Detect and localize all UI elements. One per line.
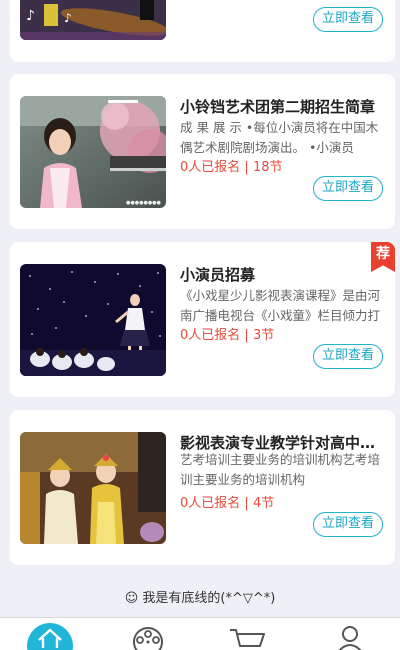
course-thumbnail: ●●●●●●●● <box>20 96 166 208</box>
view-now-button[interactable]: 立即查看 <box>312 176 383 201</box>
user-icon <box>338 626 362 650</box>
enrolled-count: 0人已报名 <box>180 160 241 175</box>
course-thumbnail: ♪ ♪ <box>20 0 166 40</box>
course-card[interactable]: 荐 小演员招募 《小戏星少儿影视表演课程》是由河南广播电视台《小戏童》栏目倾力打… <box>10 242 395 397</box>
cart-icon <box>230 629 265 647</box>
enrolled-count: 0人已报名 <box>180 496 241 511</box>
course-meta: 0人已报名 | 4节 <box>180 492 274 511</box>
meta-separator: | <box>244 328 249 343</box>
film-reel-icon <box>133 627 163 650</box>
course-description: 成 果 展 示 •每位小演员将在中国木偶艺术剧院剧场演出。 •小演员 <box>180 120 379 155</box>
course-thumbnail <box>20 432 166 544</box>
lesson-count: 3节 <box>252 328 275 343</box>
course-card[interactable]: ♪ ♪ 立即查看 <box>10 0 395 62</box>
tab-profile[interactable] <box>320 618 380 650</box>
course-description: 《小戏星少儿影视表演课程》是由河南广播电视台《小戏童》栏目倾力打造 <box>180 288 381 323</box>
lesson-count: 18节 <box>252 160 283 175</box>
meta-separator: | <box>244 160 249 175</box>
tab-cart[interactable] <box>218 618 278 650</box>
course-description: 艺考培训主要业务的培训机构艺考培训主要业务的培训机构 <box>180 452 381 487</box>
meta-separator: | <box>244 496 249 511</box>
view-now-button[interactable]: 立即查看 <box>312 7 383 32</box>
svg-text:♪: ♪ <box>26 8 35 24</box>
tab-courses[interactable] <box>118 618 178 650</box>
home-icon <box>38 628 62 648</box>
course-title: 小演员招募 <box>180 266 256 284</box>
bottom-tab-bar <box>0 617 400 650</box>
course-card[interactable]: 影视表演专业教学针对高中学生 艺考培训主要业务的培训机构艺考培训主要业务的培训机… <box>10 410 395 565</box>
svg-text:♪: ♪ <box>64 11 72 25</box>
course-card[interactable]: ●●●●●●●● 小铃铛艺术团第二期招生简章 成 果 展 示 •每位小演员将在中… <box>10 74 395 229</box>
end-of-list-text: ☺ 我是有底线的(*^▽^*) <box>124 591 276 606</box>
view-now-button[interactable]: 立即查看 <box>312 344 383 369</box>
course-meta: 0人已报名 | 3节 <box>180 324 274 343</box>
lesson-count: 4节 <box>252 496 275 511</box>
tab-home[interactable] <box>20 618 80 650</box>
course-thumbnail <box>20 264 166 376</box>
course-meta: 0人已报名 | 18节 <box>180 156 283 175</box>
enrolled-count: 0人已报名 <box>180 328 241 343</box>
course-title: 小铃铛艺术团第二期招生简章 <box>180 98 376 116</box>
svg-text:●●●●●●●●: ●●●●●●●● <box>126 200 162 206</box>
view-now-button[interactable]: 立即查看 <box>312 512 383 537</box>
